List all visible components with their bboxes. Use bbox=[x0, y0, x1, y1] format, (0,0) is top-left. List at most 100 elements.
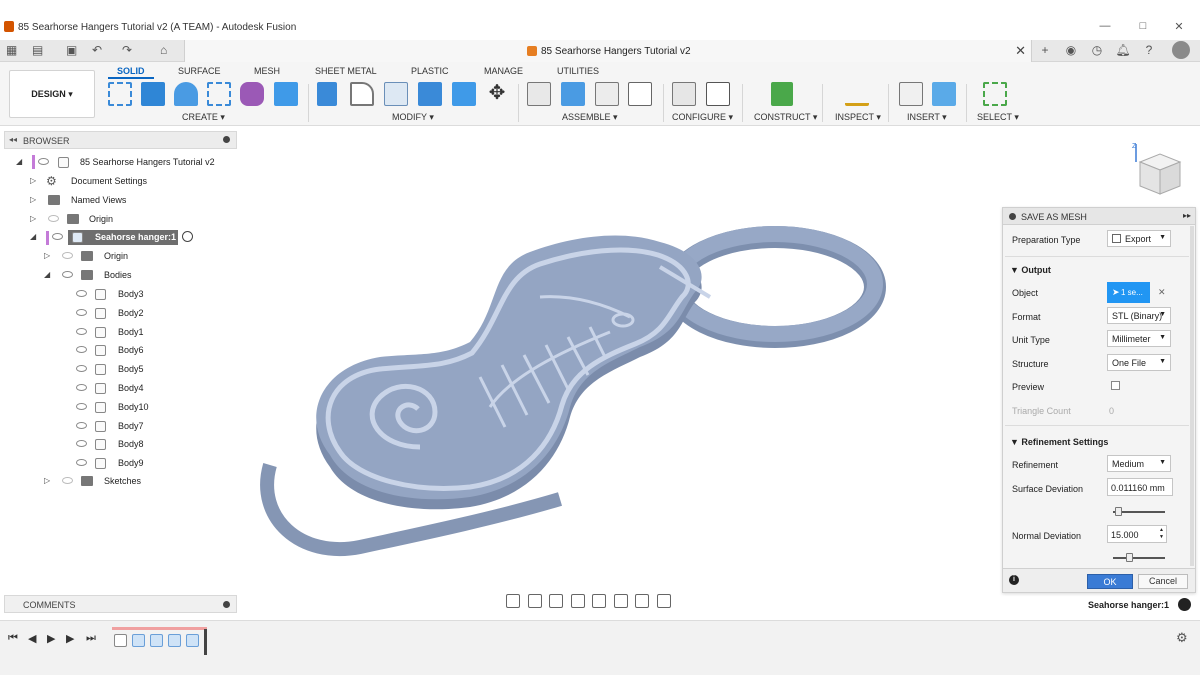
extensions-icon[interactable]: ◉ bbox=[1063, 42, 1079, 58]
expand-icon[interactable]: ▷ bbox=[30, 214, 36, 223]
tab-solid[interactable]: SOLID bbox=[117, 66, 145, 76]
seahorse-slab-top[interactable] bbox=[316, 235, 702, 500]
eye-icon[interactable] bbox=[76, 403, 87, 410]
group-configure[interactable]: CONFIGURE ▾ bbox=[672, 112, 733, 123]
browser-pin-icon[interactable] bbox=[223, 136, 230, 143]
group-insert[interactable]: INSERT ▾ bbox=[907, 112, 947, 123]
save-icon[interactable]: ▣ bbox=[66, 43, 77, 57]
eye-icon[interactable] bbox=[62, 271, 73, 278]
group-assemble[interactable]: ASSEMBLE ▾ bbox=[562, 112, 618, 123]
document-tab[interactable]: 85 Searhorse Hangers Tutorial v2 ✕ bbox=[184, 40, 1032, 62]
viewports-icon[interactable] bbox=[656, 594, 671, 608]
joint-origin-icon[interactable] bbox=[628, 82, 652, 106]
ok-button[interactable]: OK bbox=[1087, 574, 1133, 589]
preparation-type-select[interactable]: Export ▼ bbox=[1107, 230, 1171, 247]
activate-component-icon[interactable] bbox=[182, 231, 193, 242]
dialog-header[interactable]: SAVE AS MESH ▸▸ bbox=[1003, 208, 1195, 225]
file-icon[interactable]: ▤ bbox=[32, 43, 43, 57]
tree-body-item[interactable]: Body3 bbox=[72, 286, 162, 303]
combine-icon[interactable] bbox=[418, 82, 442, 106]
tree-component[interactable]: ◢ Seahorse hanger:1 bbox=[30, 229, 230, 246]
tree-origin-root[interactable]: ▷ Origin bbox=[30, 211, 230, 228]
collapse-icon[interactable]: ◢ bbox=[16, 157, 22, 166]
maximize-button[interactable]: □ bbox=[1136, 20, 1150, 32]
comments-panel[interactable]: COMMENTS bbox=[4, 595, 237, 613]
output-section-header[interactable]: ▼ Output bbox=[1010, 265, 1051, 275]
new-component-icon[interactable] bbox=[527, 82, 551, 106]
clear-selection-icon[interactable]: ✕ bbox=[1158, 287, 1166, 298]
help-icon[interactable]: ? bbox=[1141, 42, 1157, 58]
tree-body-item[interactable]: Body9 bbox=[72, 455, 162, 472]
normal-deviation-slider[interactable] bbox=[1113, 557, 1165, 559]
group-create[interactable]: CREATE ▾ bbox=[182, 112, 225, 123]
browser-header[interactable]: ◂◂ BROWSER bbox=[4, 131, 237, 149]
zoom-icon[interactable] bbox=[570, 594, 585, 608]
move-icon[interactable]: ✥ bbox=[485, 82, 509, 106]
select-icon[interactable] bbox=[983, 82, 1007, 106]
form-icon[interactable] bbox=[240, 82, 264, 106]
look-at-icon[interactable] bbox=[527, 594, 542, 608]
expand-icon[interactable]: ▷ bbox=[30, 195, 36, 204]
eye-icon[interactable] bbox=[76, 365, 87, 372]
selection-filter-icon[interactable] bbox=[1178, 598, 1191, 611]
offset-plane-icon[interactable] bbox=[771, 82, 793, 106]
unit-type-select[interactable]: Millimeter ▼ bbox=[1107, 330, 1171, 347]
tree-root[interactable]: ◢ 85 Searhorse Hangers Tutorial v2 bbox=[16, 154, 236, 171]
configure-icon[interactable] bbox=[672, 82, 696, 106]
create-sketch-icon[interactable] bbox=[108, 82, 132, 106]
insert-canvas-icon[interactable] bbox=[932, 82, 956, 106]
eye-hidden-icon[interactable] bbox=[62, 477, 73, 484]
eye-icon[interactable] bbox=[76, 290, 87, 297]
close-window-button[interactable]: ✕ bbox=[1172, 20, 1186, 33]
eye-icon[interactable] bbox=[76, 459, 87, 466]
group-construct[interactable]: CONSTRUCT ▾ bbox=[754, 112, 817, 123]
collapse-icon[interactable]: ◢ bbox=[30, 232, 36, 241]
eye-icon[interactable] bbox=[52, 233, 63, 240]
group-inspect[interactable]: INSPECT ▾ bbox=[835, 112, 881, 123]
workspace-switcher[interactable]: DESIGN ▾ bbox=[9, 70, 95, 118]
orbit-icon[interactable] bbox=[506, 594, 520, 608]
group-select[interactable]: SELECT ▾ bbox=[977, 112, 1019, 123]
notifications-icon[interactable]: 🔔︎ bbox=[1115, 42, 1131, 58]
tree-document-settings[interactable]: ▷ ⚙ Document Settings bbox=[30, 173, 230, 190]
box-icon[interactable] bbox=[274, 82, 298, 106]
cancel-button[interactable]: Cancel bbox=[1138, 574, 1188, 589]
measure-icon[interactable] bbox=[845, 82, 869, 106]
tree-sketches[interactable]: ▷ Sketches bbox=[44, 473, 224, 490]
surface-deviation-slider-thumb[interactable] bbox=[1115, 507, 1123, 516]
revolve-icon[interactable] bbox=[174, 82, 198, 106]
tree-body-item[interactable]: Body8 bbox=[72, 436, 162, 453]
eye-icon[interactable] bbox=[76, 309, 87, 316]
tree-body-item[interactable]: Body10 bbox=[72, 399, 162, 416]
tree-bodies[interactable]: ◢ Bodies bbox=[44, 267, 224, 284]
step-back-icon[interactable]: ◀ bbox=[28, 632, 36, 645]
split-body-icon[interactable] bbox=[452, 82, 476, 106]
step-forward-icon[interactable]: ▶ bbox=[66, 632, 74, 645]
format-select[interactable]: STL (Binary) ▼ bbox=[1107, 307, 1171, 324]
tab-sheet-metal[interactable]: SHEET METAL bbox=[315, 66, 377, 76]
info-icon[interactable]: i bbox=[1009, 575, 1019, 585]
timeline-extrude-icon[interactable] bbox=[186, 634, 199, 647]
refinement-select[interactable]: Medium ▼ bbox=[1107, 455, 1171, 472]
dialog-pin-icon[interactable] bbox=[1009, 213, 1016, 220]
tab-plastic[interactable]: PLASTIC bbox=[411, 66, 449, 76]
gear-icon[interactable]: ⚙ bbox=[1176, 630, 1188, 646]
tree-body-item[interactable]: Body5 bbox=[72, 361, 162, 378]
canvas-viewport[interactable] bbox=[240, 127, 1000, 617]
timeline-extrude-icon[interactable] bbox=[150, 634, 163, 647]
minimize-button[interactable]: — bbox=[1098, 20, 1112, 32]
fit-icon[interactable] bbox=[592, 594, 607, 608]
eye-hidden-icon[interactable] bbox=[62, 252, 73, 259]
dialog-scrollbar[interactable] bbox=[1190, 226, 1194, 566]
redo-icon[interactable]: ↷ bbox=[122, 43, 132, 57]
undo-icon[interactable]: ↶ bbox=[92, 43, 102, 57]
normal-deviation-slider-thumb[interactable] bbox=[1125, 553, 1133, 562]
tree-body-item[interactable]: Body6 bbox=[72, 342, 162, 359]
timeline-fillet-icon[interactable] bbox=[168, 634, 181, 647]
go-to-start-icon[interactable]: ⏮ bbox=[8, 632, 18, 645]
expand-icon[interactable]: ▷ bbox=[30, 176, 36, 185]
joint-icon[interactable] bbox=[561, 82, 585, 106]
home-icon[interactable]: ⌂ bbox=[160, 43, 167, 57]
group-modify[interactable]: MODIFY ▾ bbox=[392, 112, 434, 123]
tree-body-item[interactable]: Body4 bbox=[72, 380, 162, 397]
